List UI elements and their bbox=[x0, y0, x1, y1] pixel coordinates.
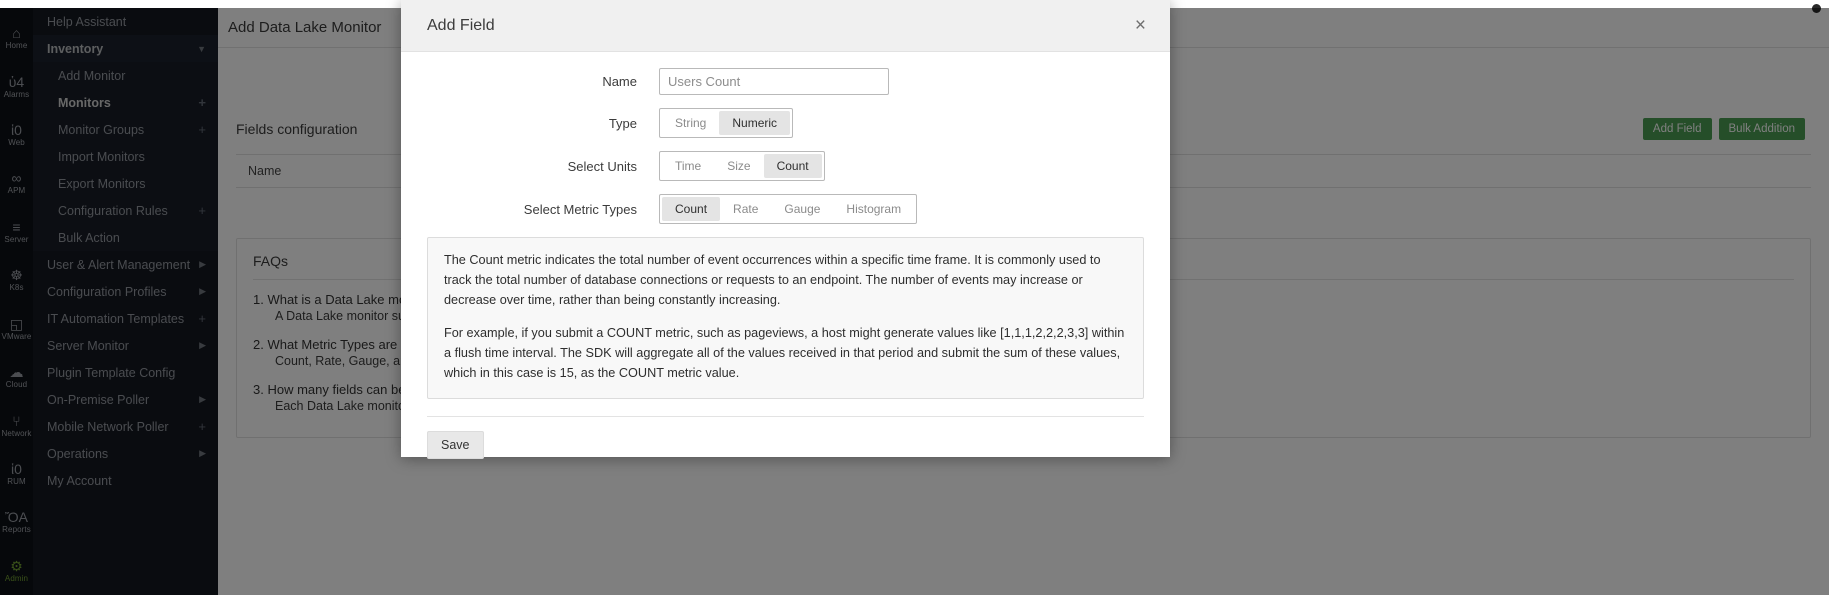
save-button[interactable]: Save bbox=[427, 430, 484, 459]
units-option-size[interactable]: Size bbox=[714, 154, 763, 178]
metric-type-option-rate[interactable]: Rate bbox=[720, 197, 771, 221]
metric-description-box: The Count metric indicates the total num… bbox=[427, 237, 1144, 399]
type-option-string[interactable]: String bbox=[662, 111, 719, 135]
name-label: Name bbox=[602, 74, 637, 89]
units-option-time[interactable]: Time bbox=[662, 154, 714, 178]
name-field-row: Name bbox=[427, 68, 1144, 95]
modal-body: Name Type StringNumeric Select Units Tim… bbox=[401, 52, 1170, 399]
modal-header: Add Field × bbox=[401, 0, 1170, 52]
metric-type-option-histogram[interactable]: Histogram bbox=[833, 197, 914, 221]
type-segmented-control: String Numeric bbox=[659, 108, 794, 138]
app-root: ⌂Homeὑ4Alarmsἱ0Web∞APM≡Server☸K8s◱VMware… bbox=[0, 0, 1829, 595]
metric-type-option-count[interactable]: Count bbox=[662, 197, 721, 221]
metric-type-option-gauge[interactable]: Gauge bbox=[771, 197, 833, 221]
add-field-modal: Add Field × Name Type StringNumeric Sele… bbox=[401, 0, 1170, 459]
units-field-control: Time Size Count bbox=[659, 151, 1144, 181]
type-field-control: String Numeric bbox=[659, 108, 1144, 138]
metric-types-label: Select Metric Types bbox=[523, 201, 637, 217]
metric-types-field-control: Count Rate Gauge Histogram bbox=[659, 194, 1144, 224]
modal-footer: Save bbox=[427, 415, 1144, 459]
metric-types-field-row: Select Metric Types Count Rate Gauge Histog… bbox=[427, 194, 1144, 224]
type-label: Type bbox=[608, 115, 637, 131]
metric-types-segmented-control: Count Rate Gauge Histogram bbox=[659, 194, 918, 224]
sidebar-dim-overlay bbox=[0, 8, 218, 595]
description-paragraph-1: The Count metric indicates the total num… bbox=[444, 253, 1101, 307]
units-option-count[interactable]: Count bbox=[763, 154, 822, 178]
name-field-control bbox=[659, 68, 1144, 95]
units-field-row: Select Units Time Size Count bbox=[427, 151, 1144, 181]
units-label: Select Units bbox=[567, 158, 637, 174]
modal-title: Add Field bbox=[427, 16, 495, 34]
close-icon[interactable]: × bbox=[1129, 13, 1152, 38]
name-input[interactable] bbox=[659, 68, 889, 95]
description-paragraph-2: For example, if you submit a COUNT metri… bbox=[444, 325, 1125, 380]
type-field-row: Type String Numeric bbox=[427, 108, 1144, 138]
units-segmented-control: Time Size Count bbox=[659, 151, 825, 181]
type-option-numeric[interactable]: Numeric bbox=[719, 111, 791, 135]
